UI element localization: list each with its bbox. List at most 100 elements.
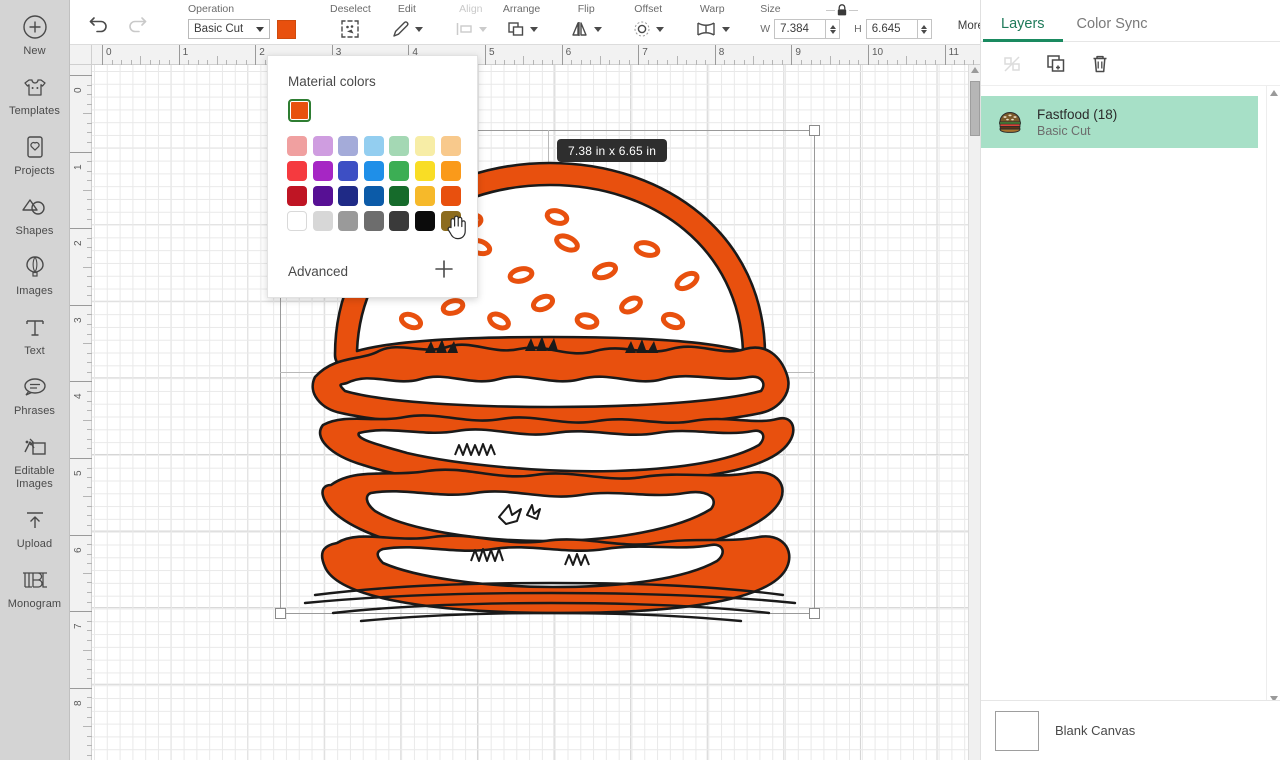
color-swatch-2-1[interactable]	[312, 186, 333, 206]
align-icon[interactable]	[455, 20, 475, 38]
warp-icon[interactable]	[694, 20, 718, 38]
offset-icon[interactable]	[632, 20, 652, 38]
color-swatch-1-6[interactable]	[440, 161, 461, 181]
sidebar-item-projects[interactable]: Projects	[0, 124, 70, 184]
material-colors-popover[interactable]: Material colors Advanced	[267, 55, 478, 298]
plus-icon[interactable]	[433, 258, 455, 285]
advanced-link[interactable]: Advanced	[288, 264, 348, 279]
canvas-vertical-scrollbar[interactable]	[968, 65, 980, 760]
ruler-label: 2	[259, 47, 265, 58]
chevron-down-icon[interactable]	[722, 26, 731, 32]
ungroup-icon[interactable]	[1001, 53, 1023, 75]
chevron-down-icon[interactable]	[656, 26, 665, 32]
chevron-down-icon	[256, 27, 264, 32]
canvas-scrollbar-thumb[interactable]	[970, 81, 980, 136]
undo-icon[interactable]	[80, 13, 118, 33]
canvas-area[interactable]: 01234567891011 0123456789	[70, 45, 980, 760]
size-group: Size W 7.384 H 6.645	[754, 0, 938, 40]
sidebar-item-text[interactable]: Text	[0, 304, 70, 364]
pencil-icon[interactable]	[391, 19, 411, 39]
scroll-up-arrow-icon[interactable]	[1270, 90, 1278, 96]
color-swatch-2-0[interactable]	[287, 186, 307, 206]
selection-handle-top-right[interactable]	[809, 125, 820, 136]
sidebar-item-upload[interactable]: Upload	[0, 497, 70, 557]
duplicate-icon[interactable]	[1045, 53, 1067, 75]
color-swatch-2-6[interactable]	[440, 186, 461, 206]
color-swatch-0-6[interactable]	[440, 136, 461, 156]
selection-handle-bottom-left[interactable]	[275, 608, 286, 619]
color-swatch-3-2[interactable]	[338, 211, 359, 231]
color-swatch-0-5[interactable]	[414, 136, 435, 156]
color-swatch-3-0[interactable]	[287, 211, 307, 231]
selection-handle-bottom-right[interactable]	[809, 608, 820, 619]
arrange-button[interactable]: Arrange	[493, 0, 546, 40]
deselect-icon[interactable]	[339, 18, 361, 40]
sidebar-item-phrases[interactable]: Phrases	[0, 364, 70, 424]
color-swatch-1-0[interactable]	[287, 161, 307, 181]
aspect-lock-toggle[interactable]	[826, 3, 859, 17]
flip-button[interactable]: Flip	[564, 0, 608, 40]
color-swatch-3-3[interactable]	[363, 211, 384, 231]
width-stepper[interactable]	[826, 19, 841, 39]
color-swatch-2-3[interactable]	[363, 186, 384, 206]
editable-images-icon	[21, 432, 49, 462]
color-swatch-3-1[interactable]	[312, 211, 333, 231]
color-swatch-0-0[interactable]	[287, 136, 307, 156]
flip-icon[interactable]	[570, 20, 590, 38]
operation-color-swatch[interactable]	[277, 19, 296, 39]
redo-icon[interactable]	[118, 13, 156, 33]
sidebar-item-templates[interactable]: Templates	[0, 64, 70, 124]
sidebar-label-templates: Templates	[8, 105, 61, 117]
shapes-icon	[20, 192, 50, 222]
chevron-down-icon[interactable]	[414, 26, 423, 32]
chevron-down-icon[interactable]	[529, 26, 538, 32]
tab-layers[interactable]: Layers	[983, 16, 1062, 42]
color-swatch-1-5[interactable]	[414, 161, 435, 181]
offset-button[interactable]: Offset	[626, 0, 670, 40]
ruler-minor-tick	[83, 649, 92, 651]
sidebar-item-new[interactable]: New	[0, 4, 70, 64]
color-swatch-2-2[interactable]	[338, 186, 359, 206]
layer-text-block: Fastfood (18) Basic Cut	[1037, 106, 1117, 139]
tab-color-sync[interactable]: Color Sync	[1075, 16, 1150, 41]
color-swatch-1-4[interactable]	[389, 161, 410, 181]
color-swatch-0-1[interactable]	[312, 136, 333, 156]
scroll-up-arrow-icon[interactable]	[971, 67, 979, 73]
color-swatch-0-3[interactable]	[363, 136, 384, 156]
arrange-icon[interactable]	[506, 20, 526, 38]
chevron-down-icon[interactable]	[478, 26, 487, 32]
ruler-major-tick	[944, 45, 946, 65]
operation-select[interactable]: Basic Cut	[188, 19, 270, 39]
color-swatch-3-5[interactable]	[414, 211, 435, 231]
current-color-swatch[interactable]	[288, 99, 311, 122]
ruler-minor-tick	[599, 56, 601, 65]
canvas-footer[interactable]: Blank Canvas	[981, 700, 1280, 760]
color-swatch-0-4[interactable]	[389, 136, 410, 156]
delete-icon[interactable]	[1089, 53, 1111, 75]
size-caption: Size	[760, 3, 781, 15]
color-swatch-1-2[interactable]	[338, 161, 359, 181]
color-swatch-2-5[interactable]	[414, 186, 435, 206]
align-button[interactable]: Align	[449, 0, 493, 40]
layer-list-scrollbar[interactable]	[1266, 86, 1280, 706]
ruler-major-tick	[561, 45, 563, 65]
deselect-button[interactable]: Deselect	[324, 0, 377, 40]
edit-button[interactable]: Edit	[377, 0, 429, 40]
sidebar-item-shapes[interactable]: Shapes	[0, 184, 70, 244]
chevron-down-icon[interactable]	[594, 26, 603, 32]
height-input[interactable]: 6.645	[865, 19, 918, 39]
sidebar-item-monogram[interactable]: Monogram	[0, 557, 70, 617]
color-swatch-0-2[interactable]	[338, 136, 359, 156]
list-item[interactable]: Fastfood (18) Basic Cut	[981, 96, 1258, 148]
color-swatch-1-1[interactable]	[312, 161, 333, 181]
sidebar-item-editable-images[interactable]: Editable Images	[0, 424, 70, 497]
layer-thumbnail-burger	[997, 110, 1023, 134]
sidebar-item-images[interactable]: Images	[0, 244, 70, 304]
color-swatch-3-4[interactable]	[389, 211, 410, 231]
color-swatch-2-4[interactable]	[389, 186, 410, 206]
color-swatch-1-3[interactable]	[363, 161, 384, 181]
warp-button[interactable]: Warp	[688, 0, 736, 40]
height-stepper[interactable]	[917, 19, 932, 39]
operation-caption: Operation	[188, 3, 235, 15]
width-input[interactable]: 7.384	[774, 19, 827, 39]
